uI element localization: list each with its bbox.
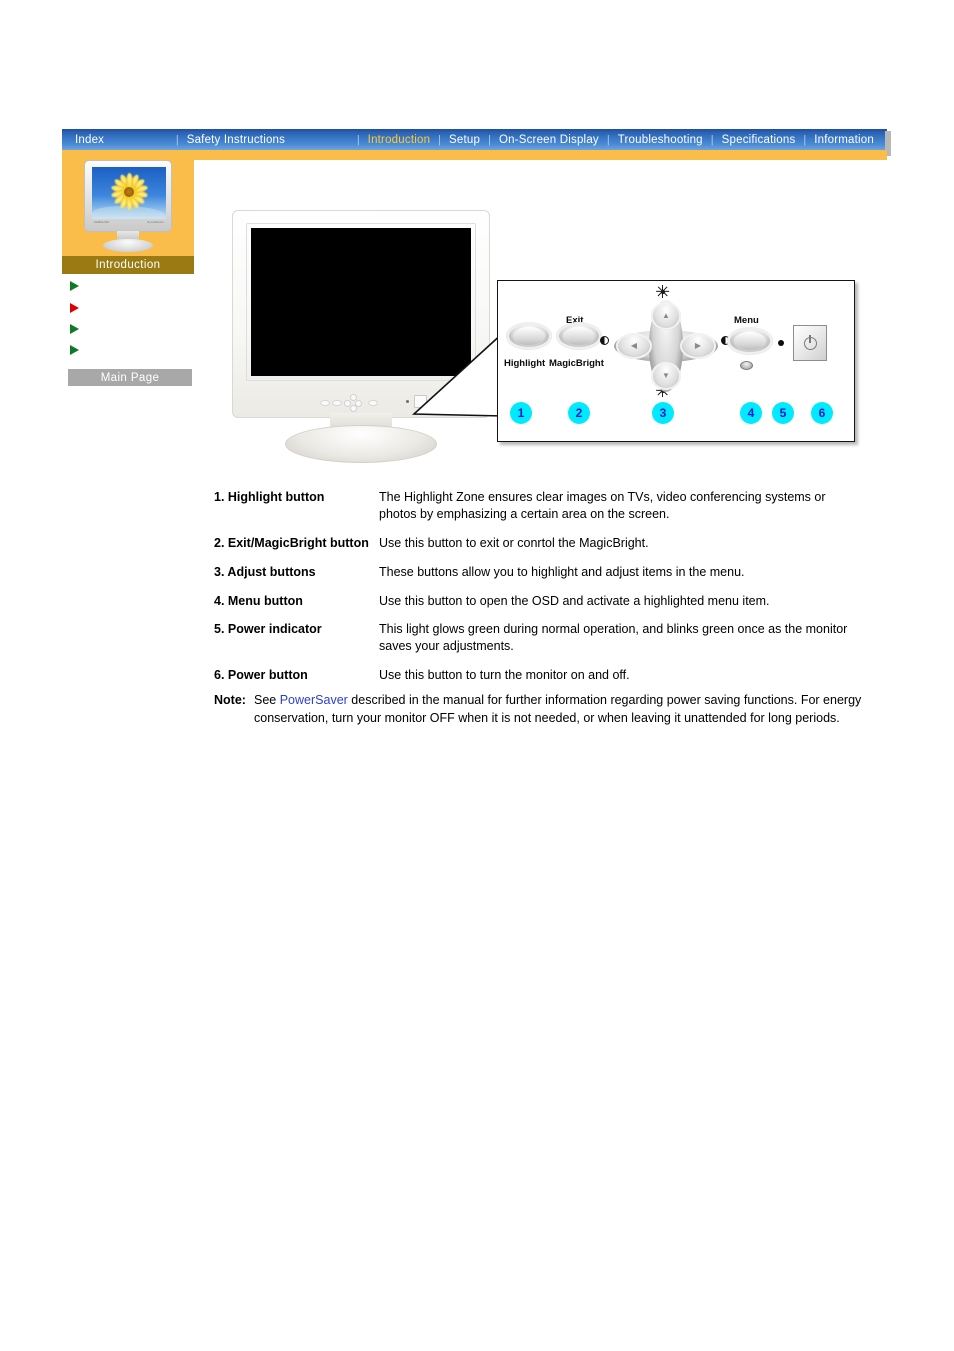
main-page-button[interactable]: Main Page [68, 369, 192, 386]
number-badge-1[interactable]: 1 [510, 402, 532, 424]
power-button[interactable] [793, 325, 827, 361]
sidebar-monitor-thumbnail: SAMSUNG SyncMaster [78, 160, 178, 253]
nav-item-safety-instructions[interactable]: Safety Instructions [180, 134, 292, 146]
brightness-up-icon [656, 285, 670, 298]
monitor-bezel-button-1 [320, 400, 330, 406]
power-indicator-led [778, 340, 784, 346]
adjust-down-button[interactable]: ▼ [651, 362, 681, 390]
sunflower-core-icon [124, 186, 134, 197]
button-description-list: 1. Highlight button The Highlight Zone en… [214, 489, 864, 696]
monitor-bezel-button-2 [332, 400, 342, 406]
note-block: Note: See PowerSaver described in the ma… [214, 692, 864, 727]
callout-pointer-icon [411, 330, 504, 417]
sidebar-section-title: Introduction [62, 256, 194, 274]
sidebar-bullet-2-icon[interactable] [70, 303, 79, 313]
nav-item-specifications[interactable]: Specifications [715, 134, 803, 146]
exit-magicbright-button[interactable] [556, 322, 602, 350]
description-definition: The Highlight Zone ensures clear images … [379, 490, 826, 521]
monitor-bezel-dpad [344, 394, 362, 412]
description-definition: This light glows green during normal ope… [379, 622, 848, 654]
nav-item-introduction[interactable]: Introduction [361, 134, 438, 146]
description-row: 4. Menu button Use this button to open th… [214, 593, 864, 610]
thumbnail-screen [92, 167, 166, 219]
highlight-button[interactable] [506, 322, 552, 350]
sidebar-bullet-3-icon[interactable] [70, 324, 79, 334]
number-badge-6[interactable]: 6 [811, 402, 833, 424]
number-badge-4[interactable]: 4 [740, 402, 762, 424]
menu-secondary-button[interactable] [740, 361, 753, 370]
nav-item-troubleshooting[interactable]: Troubleshooting [611, 134, 710, 146]
powersaver-link[interactable]: PowerSaver [280, 693, 348, 707]
thumbnail-brand-row: SAMSUNG SyncMaster [94, 221, 164, 224]
description-term: 5. Power indicator [214, 622, 322, 637]
description-term: 2. Exit/MagicBright button [214, 535, 369, 550]
note-label: Note: [214, 693, 246, 707]
description-row: 2. Exit/MagicBright button Use this butto… [214, 535, 864, 552]
description-definition: Use this button to turn the monitor on a… [379, 668, 630, 683]
number-badge-3[interactable]: 3 [652, 402, 674, 424]
description-definition: Use this button to open the OSD and acti… [379, 593, 770, 608]
nav-item-index[interactable]: Index [68, 134, 111, 146]
description-term: 1. Highlight button [214, 490, 325, 504]
description-term: 4. Menu button [214, 593, 303, 608]
adjust-right-button[interactable]: ▶ [680, 333, 716, 359]
description-row: 1. Highlight button The Highlight Zone en… [214, 489, 864, 523]
orange-header-band [194, 150, 887, 160]
description-definition: Use this button to exit or conrtol the M… [379, 535, 649, 550]
thumbnail-stand-base [103, 239, 153, 252]
number-badge-2[interactable]: 2 [568, 402, 590, 424]
number-badge-5[interactable]: 5 [772, 402, 794, 424]
nav-item-information[interactable]: Information [807, 134, 881, 146]
nav-item-on-screen-display[interactable]: On-Screen Display [492, 134, 606, 146]
thumbnail-brand-right: SyncMaster [147, 221, 164, 224]
power-glyph-icon [803, 333, 817, 350]
monitor-stand-base [285, 425, 437, 463]
note-text: See PowerSaver described in the manual f… [254, 692, 864, 727]
adjust-buttons-group: ◀ ▶ ▲ ▼ [614, 300, 718, 392]
sunflower-icon [110, 173, 148, 211]
menu-button[interactable] [727, 327, 773, 355]
description-row: 5. Power indicator This light glows green… [214, 621, 864, 655]
description-row: 3. Adjust buttons These buttons allow you… [214, 564, 864, 581]
main-navigation-bar: Index | Safety Instructions | Introduction | S… [62, 129, 887, 150]
description-row: 6. Power button Use this button to turn t… [214, 667, 864, 684]
adjust-left-button[interactable]: ◀ [616, 333, 652, 359]
magicbright-label: MagicBright [549, 358, 604, 369]
thumbnail-bezel: SAMSUNG SyncMaster [84, 160, 172, 232]
thumbnail-brand-left: SAMSUNG [94, 221, 110, 224]
highlight-button-label: Highlight [504, 358, 546, 369]
monitor-dpad-down-icon [350, 405, 357, 412]
description-term: 6. Power button [214, 668, 308, 683]
contrast-left-icon [600, 336, 609, 345]
note-text-before: See [254, 693, 280, 708]
nav-item-setup[interactable]: Setup [442, 134, 487, 146]
menu-button-label: Menu [734, 315, 759, 326]
sidebar-bullet-1-icon[interactable] [70, 281, 79, 291]
sidebar-bullet-4-icon[interactable] [70, 345, 79, 355]
description-term: 3. Adjust buttons [214, 564, 316, 579]
description-definition: These buttons allow you to highlight and… [379, 564, 745, 579]
monitor-bezel-button-3 [368, 400, 378, 406]
adjust-up-button[interactable]: ▲ [651, 302, 681, 330]
